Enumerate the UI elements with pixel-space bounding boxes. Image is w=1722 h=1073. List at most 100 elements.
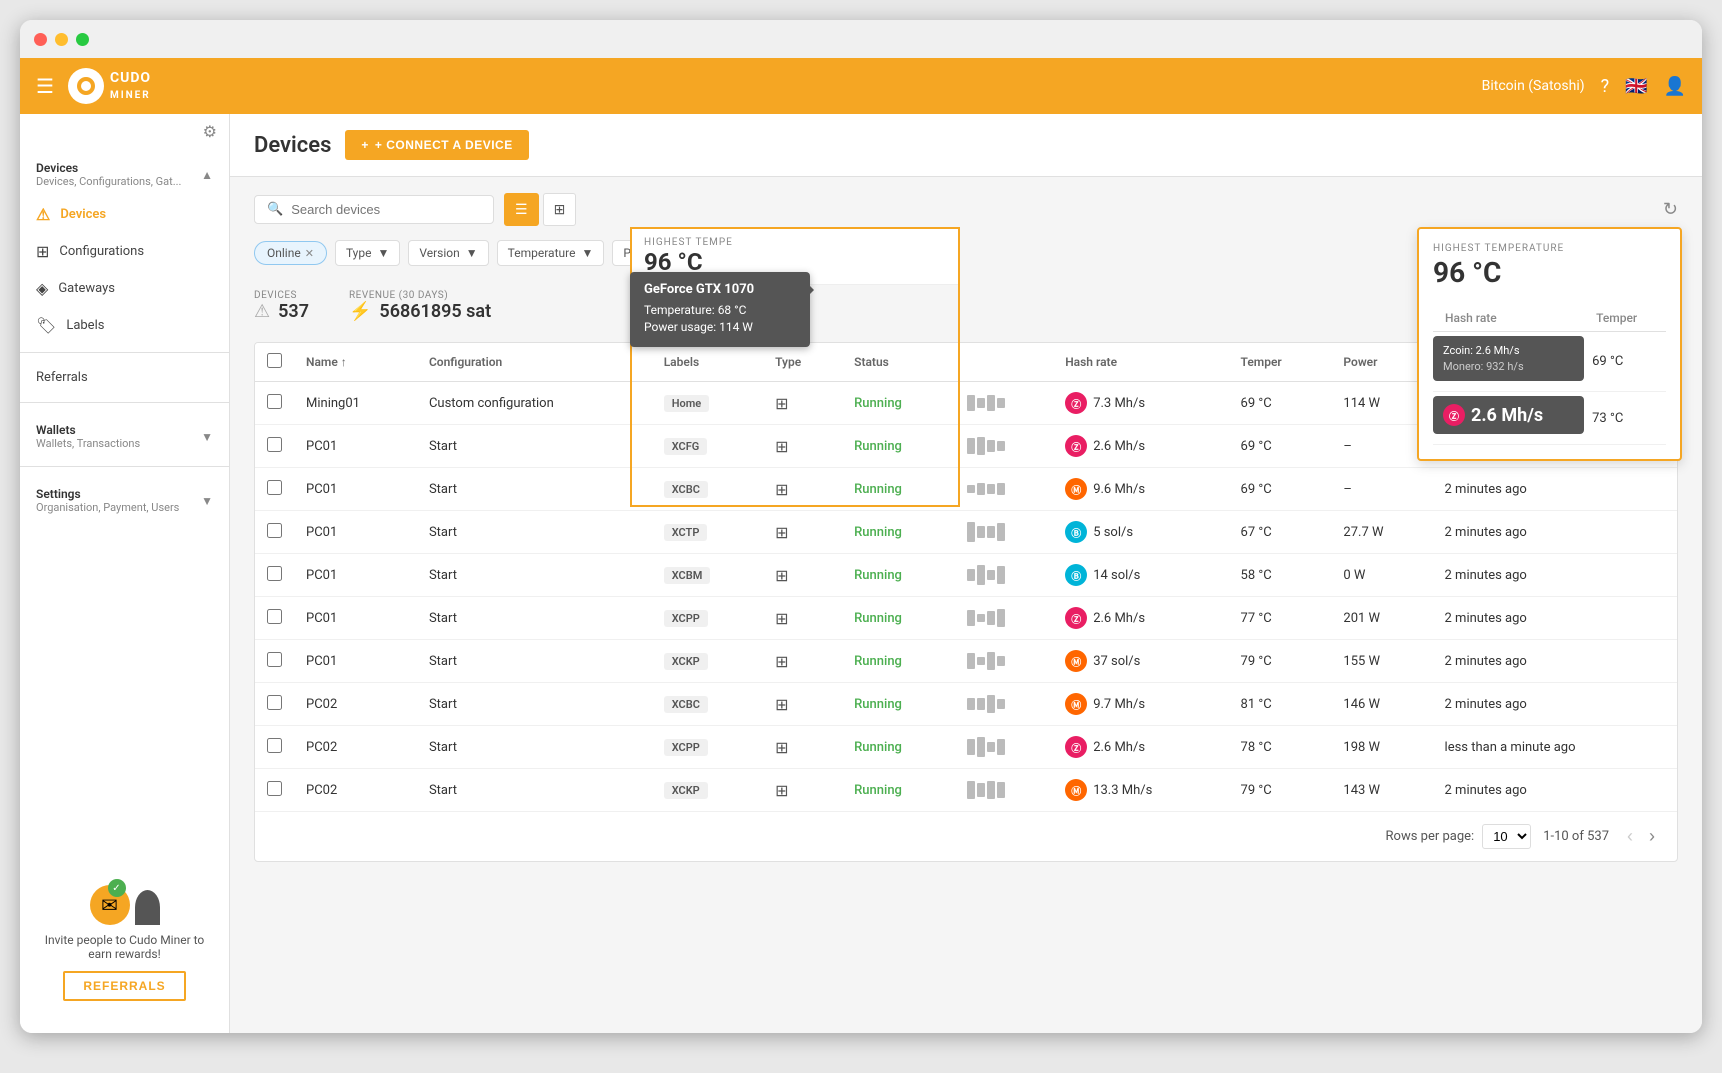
table-row: PC02 Start XCBC ⊞ Running Ⓜ 9.7 Mh/s 81 …	[255, 683, 1677, 726]
row-checkbox[interactable]	[267, 609, 282, 624]
row-labels: XCKP	[652, 640, 763, 683]
row-config: Start	[417, 726, 652, 769]
hashrate-value: 2.6 Mh/s	[1093, 611, 1145, 626]
bar	[977, 483, 985, 496]
row-checkbox[interactable]	[267, 523, 282, 538]
row-lastseen: 2 minutes ago	[1433, 511, 1677, 554]
grid-view-button[interactable]: ⊞	[543, 193, 577, 226]
name-header[interactable]: Name ↑	[294, 343, 417, 382]
rows-per-page: Rows per page: 10 25 50	[1386, 824, 1532, 849]
help-icon[interactable]: ?	[1601, 76, 1610, 97]
zcoin-badge: Ⓩ	[1443, 404, 1465, 426]
bar	[987, 695, 995, 712]
refresh-icon[interactable]: ↻	[1663, 199, 1678, 220]
tooltip-temp-row: Temperature: 68 °C	[644, 303, 796, 317]
row-lastseen: 2 minutes ago	[1433, 468, 1677, 511]
label-badge: XCKP	[664, 653, 708, 670]
hashrate-cell: Ⓜ 37 sol/s	[1065, 650, 1216, 672]
devices-stat-label: DEVICES	[254, 290, 309, 301]
sidebar-chevron-icon[interactable]: ▲	[201, 168, 213, 182]
filter-version[interactable]: Version ▼	[408, 240, 488, 266]
os-icon: ⊞	[775, 609, 788, 628]
search-input[interactable]	[291, 202, 481, 217]
bar	[997, 483, 1005, 495]
row-checkbox[interactable]	[267, 738, 282, 753]
sidebar-item-labels[interactable]: 🏷 Labels	[20, 307, 229, 344]
panel-row-1: Zcoin: 2.6 Mh/s Monero: 932 h/s 69 °C	[1433, 332, 1666, 392]
search-box: 🔍	[254, 195, 494, 224]
row-checkbox[interactable]	[267, 566, 282, 581]
bar	[977, 783, 985, 797]
status-badge: Running	[854, 740, 902, 755]
select-all-checkbox[interactable]	[267, 353, 282, 368]
logo-text: CUDOMINER	[110, 70, 151, 102]
sidebar-item-configurations[interactable]: ⊞ Configurations	[20, 233, 229, 270]
row-checkbox[interactable]	[267, 394, 282, 409]
settings-icon[interactable]: ⚙	[203, 122, 217, 141]
label-icon: 🏷	[36, 316, 56, 335]
bar	[997, 656, 1005, 665]
row-temp: 58 °C	[1229, 554, 1332, 597]
next-page-button[interactable]: ›	[1643, 824, 1661, 849]
panel-card-1-title: Zcoin: 2.6 Mh/s	[1443, 344, 1574, 357]
type-filter-label: Type	[346, 246, 372, 260]
close-button[interactable]	[34, 33, 47, 46]
panel-temp-col: Temper	[1584, 301, 1666, 332]
row-status: Running	[842, 640, 955, 683]
sidebar-item-gateways[interactable]: ◈ Gateways	[20, 270, 229, 307]
filter-online[interactable]: Online ✕	[254, 241, 327, 265]
status-badge: Running	[854, 697, 902, 712]
os-icon: ⊞	[775, 566, 788, 585]
row-checkbox-cell	[255, 726, 294, 769]
row-checkbox[interactable]	[267, 437, 282, 452]
connect-device-button[interactable]: + + CONNECT A DEVICE	[345, 130, 528, 160]
sidebar-divider-2	[20, 402, 229, 403]
row-checkbox[interactable]	[267, 695, 282, 710]
row-checkbox[interactable]	[267, 781, 282, 796]
settings-chevron-icon[interactable]: ▼	[201, 494, 213, 508]
sidebar-item-devices[interactable]: ⚠ Devices	[20, 196, 229, 233]
row-checkbox[interactable]	[267, 480, 282, 495]
panel-row-2: Ⓩ 2.6 Mh/s 73 °C	[1433, 392, 1666, 445]
panel-card-2-hash: Ⓩ 2.6 Mh/s	[1443, 404, 1574, 426]
configuration-header[interactable]: Configuration	[417, 343, 652, 382]
sidebar-item-referrals[interactable]: Referrals	[20, 361, 229, 394]
bars-header	[955, 343, 1053, 382]
algo-badge: Ⓑ	[1065, 564, 1087, 586]
previous-page-button[interactable]: ‹	[1621, 824, 1639, 849]
row-checkbox[interactable]	[267, 652, 282, 667]
flag-icon[interactable]: 🇬🇧	[1625, 76, 1647, 97]
filter-type[interactable]: Type ▼	[335, 240, 400, 266]
row-type: ⊞	[763, 597, 842, 640]
rows-per-page-select[interactable]: 10 25 50	[1482, 824, 1531, 849]
filter-temperature[interactable]: Temperature ▼	[497, 240, 605, 266]
row-status: Running	[842, 683, 955, 726]
row-labels: XCTP	[652, 511, 763, 554]
algo-badge: Ⓜ	[1065, 779, 1087, 801]
row-labels: XCKP	[652, 769, 763, 812]
sidebar-divider-3	[20, 466, 229, 467]
logo-icon	[68, 68, 104, 104]
user-icon[interactable]: 👤	[1664, 76, 1686, 97]
filter-power-usage[interactable]: Power usage ▼	[612, 240, 721, 266]
row-lastseen: 2 minutes ago	[1433, 554, 1677, 597]
list-view-button[interactable]: ☰	[504, 193, 539, 226]
algo-badge: Ⓩ	[1065, 736, 1087, 758]
remove-filter-icon[interactable]: ✕	[305, 247, 314, 260]
referrals-button[interactable]: REFERRALS	[63, 971, 185, 1001]
maximize-button[interactable]	[76, 33, 89, 46]
hamburger-menu-icon[interactable]: ☰	[36, 74, 54, 98]
bar	[987, 484, 995, 494]
nav-right: Bitcoin (Satoshi) ? 🇬🇧 👤	[1482, 76, 1686, 97]
os-icon: ⊞	[775, 781, 788, 800]
sidebar-labels-label: Labels	[66, 318, 104, 333]
row-hashrate: Ⓜ 13.3 Mh/s	[1053, 769, 1228, 812]
row-bars	[955, 425, 1053, 468]
wallets-chevron-icon[interactable]: ▼	[201, 430, 213, 444]
algo-badge: Ⓑ	[1065, 521, 1087, 543]
row-lastseen: 2 minutes ago	[1433, 683, 1677, 726]
algo-badge: Ⓜ	[1065, 693, 1087, 715]
minimize-button[interactable]	[55, 33, 68, 46]
hashrate-cell: Ⓩ 2.6 Mh/s	[1065, 736, 1216, 758]
status-badge: Running	[854, 482, 902, 497]
